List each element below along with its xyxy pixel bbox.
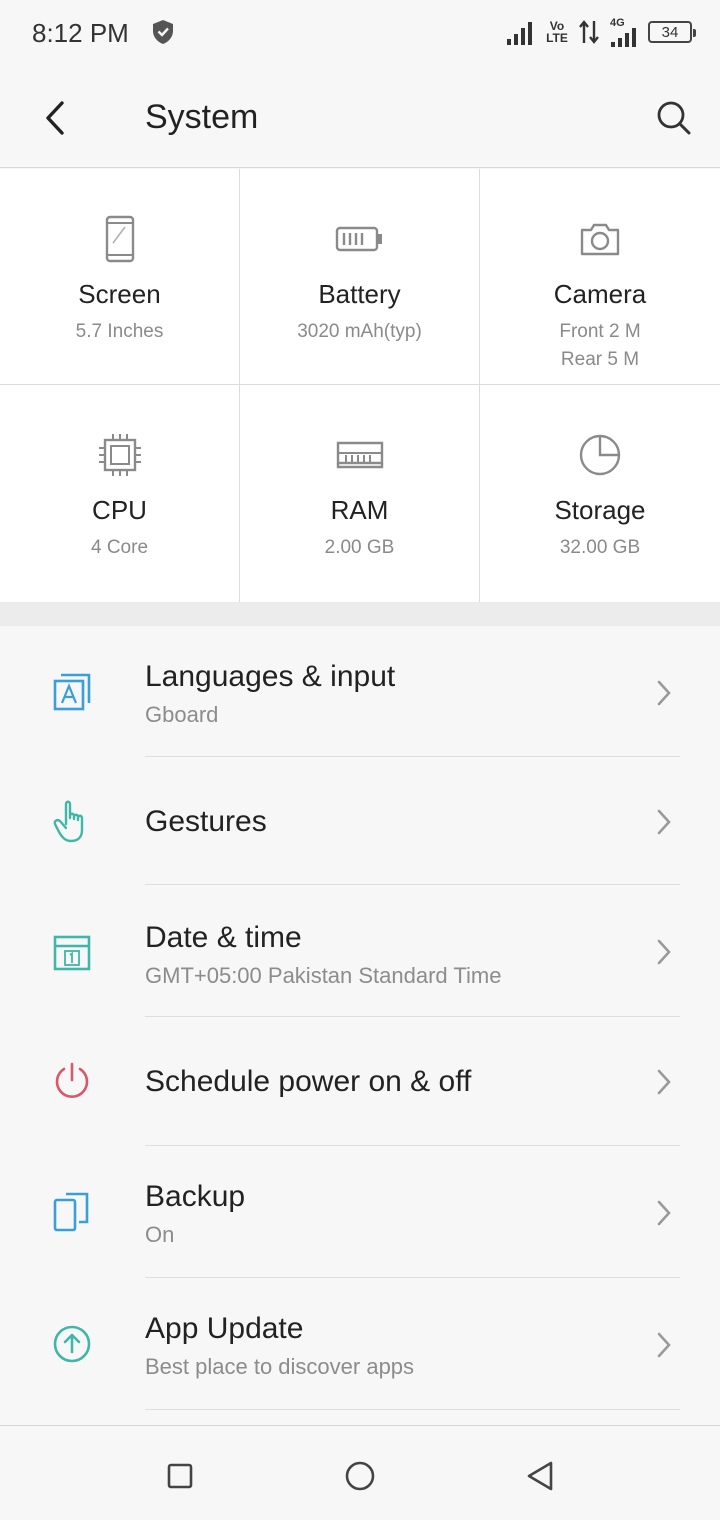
battery-level: 34: [661, 23, 679, 41]
spec-value: 2.00 GB: [324, 537, 395, 558]
navigation-bar: [0, 1425, 720, 1520]
volte-line2: LTE: [546, 31, 568, 45]
power-icon: [55, 1062, 89, 1098]
spec-value: 32.00 GB: [559, 537, 641, 558]
item-subtitle: Best place to discover apps: [145, 1354, 415, 1379]
page-title: System: [145, 98, 259, 136]
spec-cpu: CPU 4 Core: [0, 385, 240, 602]
battery-icon: 34: [648, 21, 696, 43]
settings-item-schedule-power[interactable]: Schedule power on & off: [0, 1017, 720, 1146]
signal-icon: [507, 22, 532, 45]
chevron-right-icon: [657, 1200, 671, 1226]
language-icon: [53, 673, 91, 711]
item-title: Gestures: [145, 805, 267, 838]
phone-screen-icon: [105, 215, 134, 263]
battery-icon: [335, 226, 382, 252]
spec-storage: Storage 32.00 GB: [480, 385, 720, 602]
device-spec-grid: Screen 5.7 Inches Battery 3020 mAh(typ) …: [0, 169, 720, 602]
circle-icon: [345, 1461, 375, 1491]
item-title: Date & time: [145, 921, 302, 954]
camera-icon: [580, 223, 620, 256]
spec-label: RAM: [330, 495, 389, 525]
settings-item-app-update[interactable]: App Update Best place to discover apps: [0, 1278, 720, 1410]
backup-icon: [53, 1192, 89, 1232]
spec-label: CPU: [92, 495, 147, 525]
status-time: 8:12 PM: [32, 18, 129, 48]
chevron-left-icon: [46, 101, 64, 135]
gesture-hand-icon: [53, 800, 84, 843]
chevron-right-icon: [657, 1069, 671, 1095]
spec-label: Screen: [78, 279, 161, 309]
ram-icon: [336, 441, 383, 469]
square-icon: [167, 1463, 193, 1489]
status-icons: Vo LTE 4G 34: [506, 14, 696, 50]
settings-list: Languages & input Gboard Gestures Date &…: [0, 626, 720, 1426]
chevron-right-icon: [657, 1332, 671, 1358]
spec-battery: Battery 3020 mAh(typ): [240, 169, 480, 385]
spec-label: Battery: [318, 279, 401, 309]
spec-value: 5.7 Inches: [75, 321, 164, 342]
pie-chart-icon: [579, 434, 621, 476]
chevron-right-icon: [657, 680, 671, 706]
settings-item-languages[interactable]: Languages & input Gboard: [0, 626, 720, 757]
back-button[interactable]: [34, 96, 78, 140]
spec-value: 4 Core: [90, 537, 149, 558]
item-title: Schedule power on & off: [145, 1065, 472, 1098]
settings-item-gestures[interactable]: Gestures: [0, 757, 720, 885]
cpu-icon: [98, 434, 141, 476]
4g-signal-icon: 4G: [608, 17, 640, 47]
spec-value: 3020 mAh(typ): [297, 321, 422, 342]
spec-value-secondary: Rear 5 M: [560, 349, 640, 370]
home-button[interactable]: [340, 1456, 380, 1496]
chevron-right-icon: [657, 939, 671, 965]
upload-arrow-icon: [53, 1325, 91, 1363]
calendar-icon: [53, 935, 91, 971]
search-icon: [657, 101, 691, 135]
item-title: App Update: [145, 1312, 304, 1345]
status-bar: 8:12 PM Vo LTE 4G 34: [0, 0, 720, 68]
shield-icon: [153, 20, 173, 44]
item-title: Backup: [145, 1180, 246, 1213]
spec-screen: Screen 5.7 Inches: [0, 169, 240, 385]
spec-ram: RAM 2.00 GB: [240, 385, 480, 602]
item-subtitle: Gboard: [145, 702, 219, 727]
separator: [145, 1409, 680, 1410]
settings-item-date-time[interactable]: Date & time GMT+05:00 Pakistan Standard …: [0, 885, 720, 1017]
item-subtitle: On: [145, 1222, 175, 1247]
nav-back-button[interactable]: [520, 1456, 560, 1496]
spec-value: Front 2 M: [559, 321, 641, 342]
data-arrows-icon: [579, 20, 599, 44]
spec-camera: Camera Front 2 M Rear 5 M: [480, 169, 720, 385]
item-subtitle: GMT+05:00 Pakistan Standard Time: [145, 963, 502, 988]
chevron-right-icon: [657, 809, 671, 835]
recents-button[interactable]: [160, 1456, 200, 1496]
spec-label: Camera: [553, 279, 647, 309]
volte-icon: Vo LTE: [544, 20, 570, 44]
search-button[interactable]: [652, 96, 696, 140]
settings-item-backup[interactable]: Backup On: [0, 1146, 720, 1278]
spec-label: Storage: [554, 495, 646, 525]
app-bar: System: [0, 68, 720, 168]
triangle-back-icon: [527, 1461, 553, 1491]
section-divider: [0, 602, 720, 626]
item-title: Languages & input: [145, 660, 396, 693]
